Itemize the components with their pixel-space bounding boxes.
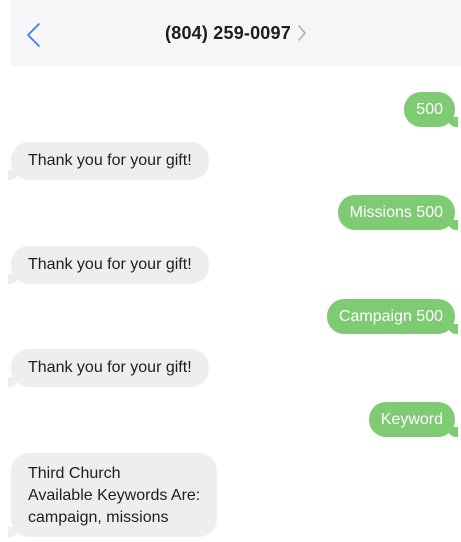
- received-message-text: Thank you for your gift!: [28, 359, 192, 376]
- received-message-line: Third Church: [28, 465, 121, 482]
- received-message: Thank you for your gift!: [8, 349, 209, 387]
- received-message-line: campaign, missions: [28, 509, 169, 526]
- received-message: Thank you for your gift!: [8, 246, 209, 284]
- sent-message: Campaign 500: [326, 299, 459, 334]
- sent-message: 500: [404, 92, 458, 127]
- conversation-header: (804) 259-0097: [11, 0, 461, 66]
- sent-message: Missions 500: [337, 195, 459, 230]
- received-message: Third Church Available Keywords Are: cam…: [7, 453, 218, 537]
- received-message-text: Thank you for your gift!: [28, 256, 192, 273]
- contact-phone-number: (804) 259-0097: [165, 22, 291, 43]
- received-message: Thank you for your gift!: [8, 142, 209, 180]
- sent-message-text: Campaign 500: [338, 307, 443, 325]
- received-message-line: Available Keywords Are:: [28, 487, 201, 504]
- chevron-right-icon: [298, 25, 306, 41]
- sent-message: Keyword: [368, 402, 459, 437]
- contact-title-button[interactable]: (804) 259-0097: [11, 0, 461, 66]
- received-message-text: Thank you for your gift!: [28, 152, 192, 169]
- sent-message-text: Keyword: [380, 410, 443, 428]
- sent-message-text: Missions 500: [349, 203, 443, 221]
- sent-message-text: 500: [416, 100, 443, 118]
